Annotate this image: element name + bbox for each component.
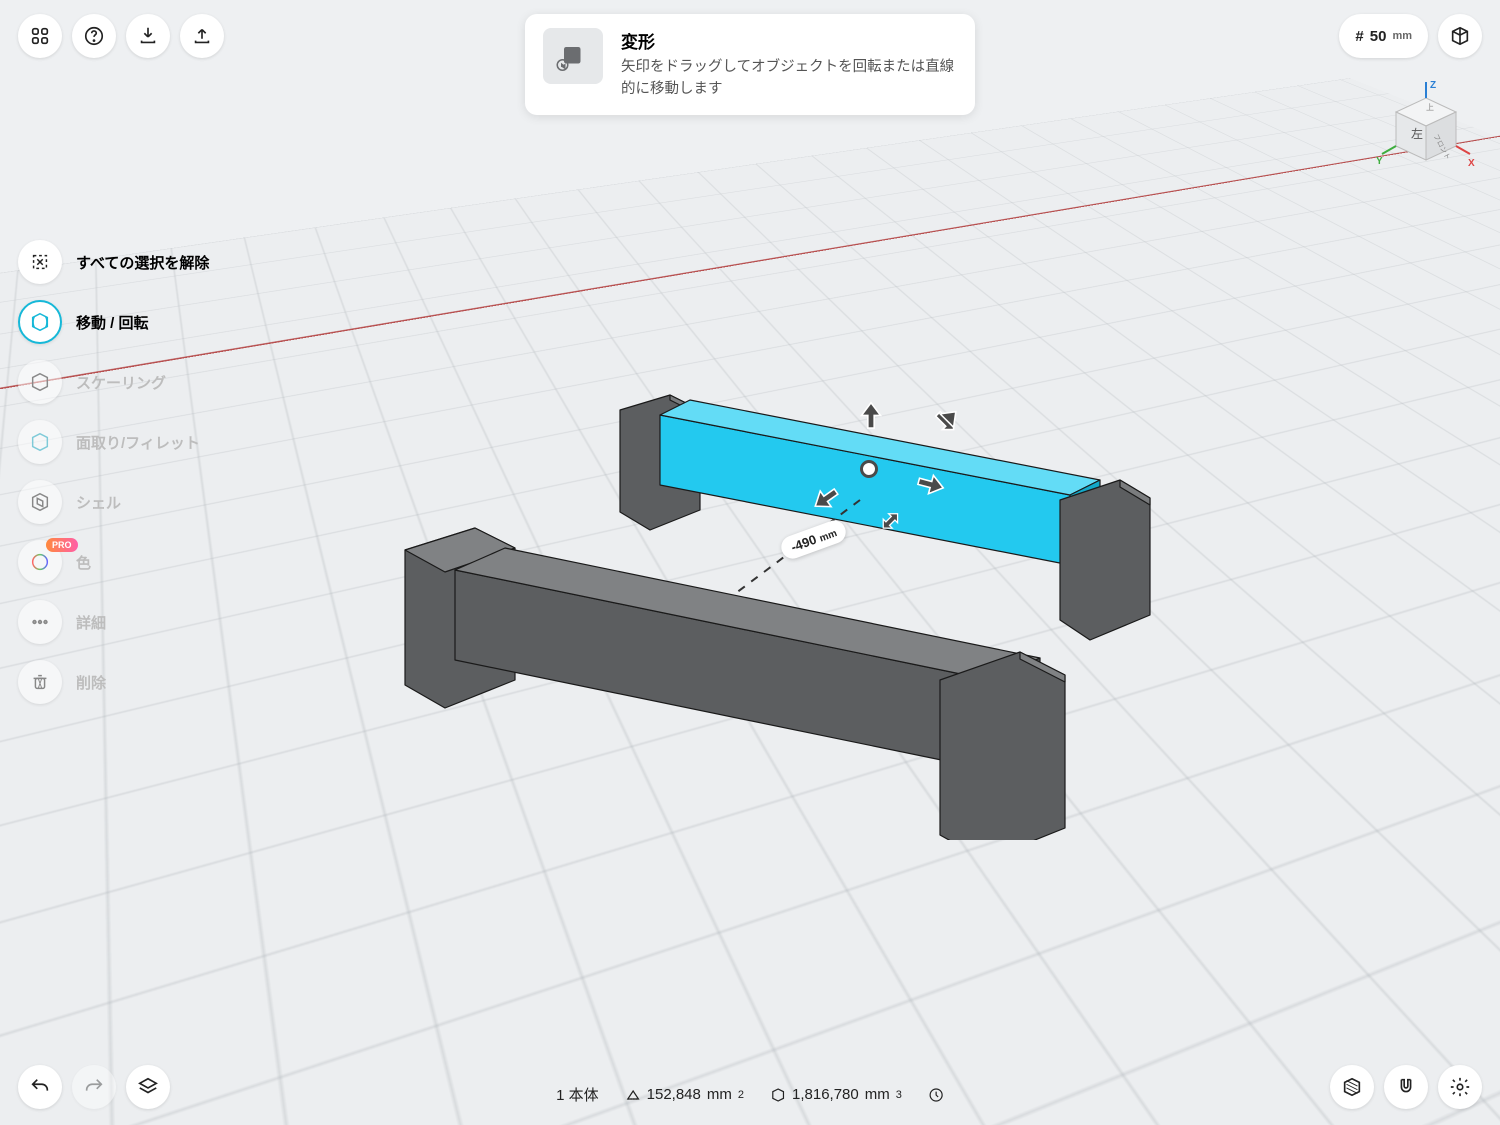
- status-bodies: 1 本体: [556, 1084, 599, 1105]
- help-icon[interactable]: [72, 14, 116, 58]
- hatch-icon[interactable]: [1330, 1065, 1374, 1109]
- grid-floor[interactable]: [0, 0, 1500, 1125]
- tool-panel: すべての選択を解除 移動 / 回転 スケーリング 面取り/フィレット シェル P…: [18, 240, 209, 704]
- settings-icon[interactable]: [1438, 1065, 1482, 1109]
- pro-badge: PRO: [46, 538, 78, 552]
- tool-color[interactable]: PRO 色: [18, 540, 209, 584]
- tool-chamfer[interactable]: 面取り/フィレット: [18, 420, 209, 464]
- cube-top-label: 上: [1426, 103, 1434, 112]
- view-cube-icon[interactable]: [1438, 14, 1482, 58]
- tool-scale[interactable]: スケーリング: [18, 360, 209, 404]
- tool-more[interactable]: 詳細: [18, 600, 209, 644]
- tool-shell[interactable]: シェル: [18, 480, 209, 524]
- tool-delete[interactable]: 削除: [18, 660, 209, 704]
- svg-text:Z: Z: [1430, 80, 1436, 91]
- status-volume: 1,816,780 mm3: [770, 1086, 902, 1103]
- tooltip-title: 変形: [621, 28, 957, 53]
- cube-left-label: 左: [1411, 126, 1423, 141]
- tooltip-desc: 矢印をドラッグしてオブジェクトを回転または直線的に移動します: [621, 57, 957, 101]
- tool-deselect[interactable]: すべての選択を解除: [18, 240, 209, 284]
- tooltip-thumb-icon: [543, 28, 603, 84]
- status-area: 152,848 mm2: [625, 1086, 744, 1103]
- status-history-icon[interactable]: [928, 1087, 944, 1103]
- redo-button[interactable]: [72, 1065, 116, 1109]
- layers-button[interactable]: [126, 1065, 170, 1109]
- snap-unit: mm: [1392, 30, 1412, 42]
- magnet-icon[interactable]: [1384, 1065, 1428, 1109]
- snap-prefix: #: [1355, 28, 1363, 45]
- orientation-cube[interactable]: 左 上 フロント Z Y X: [1376, 80, 1476, 180]
- transform-tooltip: 変形 矢印をドラッグしてオブジェクトを回転または直線的に移動します: [525, 14, 975, 115]
- status-bar: 1 本体 152,848 mm2 1,816,780 mm3: [556, 1084, 944, 1105]
- svg-text:Y: Y: [1376, 156, 1383, 167]
- tool-move-rotate[interactable]: 移動 / 回転: [18, 300, 209, 344]
- svg-text:X: X: [1468, 158, 1475, 169]
- import-icon[interactable]: [126, 14, 170, 58]
- export-icon[interactable]: [180, 14, 224, 58]
- snap-setting[interactable]: # 50 mm: [1339, 14, 1428, 58]
- snap-value: 50: [1370, 28, 1387, 45]
- apps-icon[interactable]: [18, 14, 62, 58]
- undo-button[interactable]: [18, 1065, 62, 1109]
